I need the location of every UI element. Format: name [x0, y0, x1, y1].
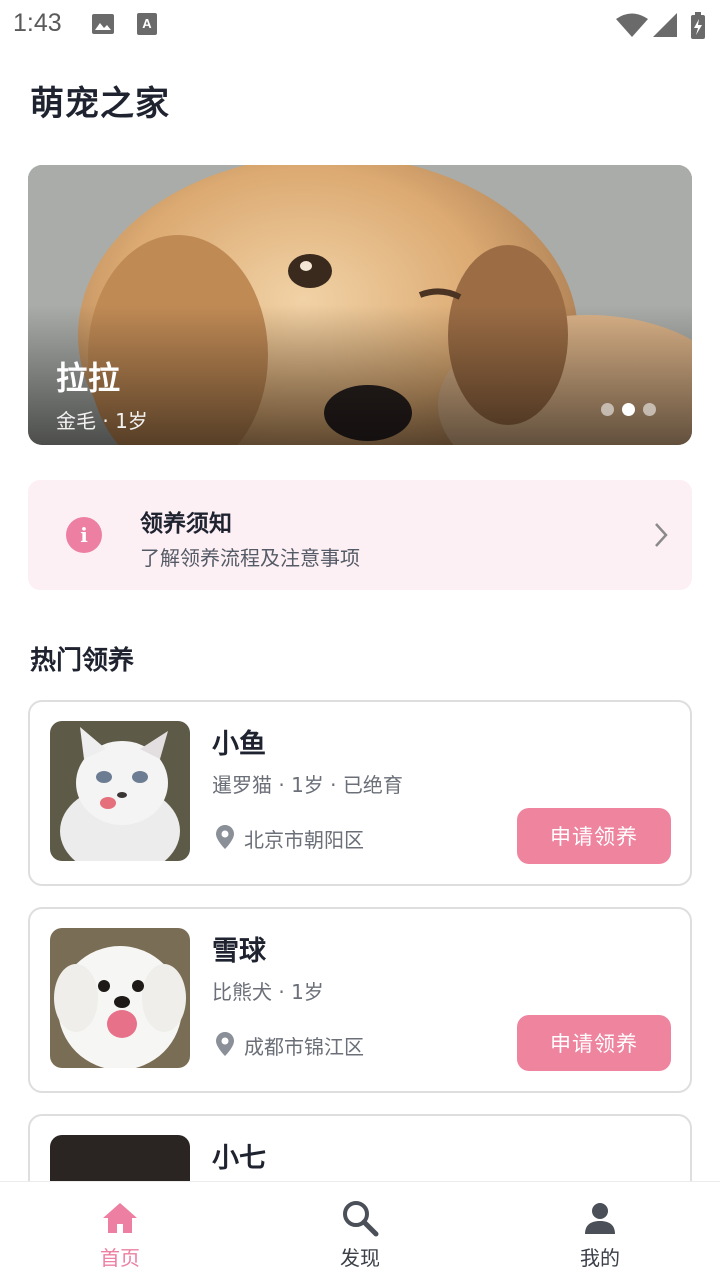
tab-discover[interactable]: 发现	[240, 1182, 480, 1280]
pet-location: 成都市锦江区	[216, 1031, 364, 1060]
location-pin-icon	[216, 1031, 234, 1060]
featured-pet-banner[interactable]: 拉拉 金毛 · 1岁	[28, 165, 692, 445]
carousel-dot-active[interactable]	[622, 403, 635, 416]
svg-text:A: A	[142, 16, 152, 31]
pet-location: 北京市朝阳区	[216, 824, 364, 853]
pet-card[interactable]: 小鱼 暹罗猫 · 1岁 · 已绝育 北京市朝阳区 申请领养	[28, 700, 692, 886]
pet-details: 比熊犬 · 1岁	[212, 980, 324, 1004]
text-notification-icon: A	[136, 12, 158, 40]
tab-profile-label: 我的	[580, 1246, 620, 1270]
adoption-notice-card[interactable]: i 领养须知 了解领养流程及注意事项	[28, 480, 692, 590]
pet-name: 雪球	[212, 936, 266, 967]
wifi-icon	[616, 12, 648, 42]
pet-name: 小鱼	[212, 729, 266, 760]
info-icon: i	[66, 517, 102, 553]
tab-home[interactable]: 首页	[0, 1182, 240, 1280]
notice-title: 领养须知	[140, 511, 232, 537]
page-title: 萌宠之家	[30, 84, 170, 124]
pet-photo	[50, 721, 190, 861]
location-pin-icon	[216, 824, 234, 853]
featured-pet-name: 拉拉	[56, 359, 121, 397]
section-title: 热门领养	[30, 646, 135, 676]
apply-adoption-button[interactable]: 申请领养	[517, 808, 671, 864]
pet-card[interactable]: 雪球 比熊犬 · 1岁 成都市锦江区 申请领养	[28, 907, 692, 1093]
tab-discover-label: 发现	[340, 1246, 380, 1270]
pet-name: 小七	[212, 1143, 266, 1174]
chevron-right-icon	[654, 522, 668, 552]
carousel-indicator[interactable]	[601, 403, 656, 416]
bottom-tab-bar: 首页 发现 我的	[0, 1181, 720, 1280]
profile-icon	[580, 1198, 620, 1238]
status-bar: 1:43 A	[0, 0, 720, 50]
home-icon	[100, 1198, 140, 1238]
pet-location-text: 成都市锦江区	[244, 1035, 364, 1059]
pet-photo	[50, 928, 190, 1068]
pet-details: 暹罗猫 · 1岁 · 已绝育	[212, 773, 403, 797]
battery-icon	[690, 12, 706, 44]
status-time: 1:43	[13, 9, 62, 37]
cellular-signal-icon	[653, 12, 677, 42]
notice-subtitle: 了解领养流程及注意事项	[140, 546, 360, 570]
carousel-dot[interactable]	[601, 403, 614, 416]
tab-profile[interactable]: 我的	[480, 1182, 720, 1280]
pet-location-text: 北京市朝阳区	[244, 828, 364, 852]
carousel-dot[interactable]	[643, 403, 656, 416]
search-icon	[340, 1198, 380, 1238]
featured-pet-info: 金毛 · 1岁	[56, 409, 148, 433]
tab-home-label: 首页	[100, 1246, 140, 1270]
apply-adoption-button[interactable]: 申请领养	[517, 1015, 671, 1071]
gallery-notification-icon	[91, 12, 115, 40]
